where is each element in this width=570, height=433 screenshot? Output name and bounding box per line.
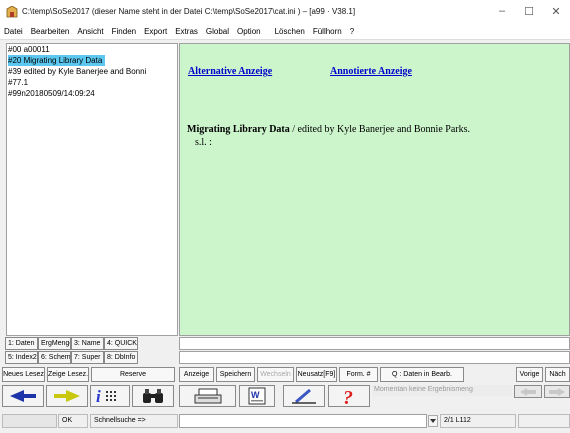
record-display-panel: Alternative Anzeige Annotierte Anzeige M… xyxy=(179,43,570,336)
switch-button[interactable]: Wechseln xyxy=(257,367,294,382)
menu-fuellhorn[interactable]: Füllhorn xyxy=(309,26,346,36)
menu-finden[interactable]: Finden xyxy=(108,26,140,36)
info-button[interactable]: i xyxy=(90,385,130,407)
form-number-button[interactable]: Form. # xyxy=(339,367,378,382)
chevron-down-icon xyxy=(430,419,436,423)
arrow-left-icon xyxy=(520,387,536,396)
tab-quick[interactable]: 4: QUICK xyxy=(104,337,138,350)
window-title: C:\temp\SoSe2017 (dieser Name steht in d… xyxy=(22,7,356,16)
menu-option[interactable]: Option xyxy=(233,26,265,36)
next-button[interactable]: Näch xyxy=(545,367,570,382)
display-button[interactable]: Anzeige xyxy=(179,367,214,382)
quicksearch-label: Schnellsuche => xyxy=(90,414,178,428)
arrow-back-button[interactable] xyxy=(2,385,44,407)
question-icon: ? xyxy=(343,387,353,406)
field-line-selected-text: #20 Migrating Library Data xyxy=(8,55,106,66)
svg-text:W: W xyxy=(251,390,260,400)
app-icon xyxy=(6,6,18,18)
scroll-left-button[interactable] xyxy=(514,385,542,398)
tab-name[interactable]: 3: Name xyxy=(71,337,104,350)
status-ok: OK xyxy=(58,414,88,428)
menu-ansicht[interactable]: Ansicht xyxy=(73,26,107,36)
tab-daten[interactable]: 1: Daten xyxy=(5,337,38,350)
info-icon: i xyxy=(96,387,116,405)
edit-button[interactable] xyxy=(283,385,325,407)
save-button[interactable]: Speichern xyxy=(216,367,255,382)
arrow-forward-button[interactable] xyxy=(46,385,88,407)
menu-loeschen[interactable]: Löschen xyxy=(265,26,309,36)
menu-extras[interactable]: Extras xyxy=(171,26,202,36)
status-empty-end xyxy=(518,414,570,428)
maximize-icon[interactable]: ☐ xyxy=(519,5,539,18)
title-bar: C:\temp\SoSe2017 (dieser Name steht in d… xyxy=(0,0,570,26)
annotated-view-link[interactable]: Annotierte Anzeige xyxy=(330,66,412,77)
tab-super[interactable]: 7: Super xyxy=(71,351,104,364)
record-responsibility: / edited by Kyle Banerjee and Bonnie Par… xyxy=(289,124,470,135)
svg-text:i: i xyxy=(96,387,101,405)
previous-button[interactable]: Vorige xyxy=(516,367,543,382)
menu-datei[interactable]: Datei xyxy=(0,26,27,36)
menu-global[interactable]: Global xyxy=(202,26,233,36)
tab-ergmenge[interactable]: ErgMenge xyxy=(38,337,71,350)
show-bookmark-button[interactable]: Zeige Lesez. xyxy=(47,367,89,382)
secondary-input[interactable] xyxy=(179,351,570,364)
queue-button[interactable]: Q : Daten in Bearb. xyxy=(380,367,464,382)
tab-index2[interactable]: 5: Index2 xyxy=(5,351,38,364)
dropdown-button[interactable] xyxy=(428,415,438,427)
menu-bar: Datei Bearbeiten Ansicht Finden Export Extras… xyxy=(0,26,570,40)
search-button[interactable] xyxy=(132,385,174,407)
result-set-info: Momentan keine Ergebnismeng xyxy=(372,385,512,396)
binoculars-icon xyxy=(143,389,163,403)
tab-schema[interactable]: 6: Schema xyxy=(38,351,71,364)
pen-icon xyxy=(292,388,316,404)
field-line[interactable]: #99n20180509/14:09:24 xyxy=(7,88,177,99)
field-line-selected[interactable]: #20 Migrating Library Data xyxy=(7,55,177,66)
field-line[interactable]: #39 edited by Kyle Banerjee and Bonni xyxy=(7,66,177,77)
quicksearch-input[interactable] xyxy=(179,414,427,428)
menu-export[interactable]: Export xyxy=(140,26,171,36)
record-place: s.l. : xyxy=(195,137,212,148)
field-line[interactable]: #77.1 xyxy=(7,77,177,88)
arrow-left-icon xyxy=(10,390,36,402)
svg-text:?: ? xyxy=(343,387,353,406)
scroll-right-button[interactable] xyxy=(544,385,570,398)
menu-help[interactable]: ? xyxy=(346,26,358,36)
reserve-button[interactable]: Reserve xyxy=(91,367,175,382)
record-position: 2/1 L112 xyxy=(440,414,516,428)
command-input[interactable] xyxy=(179,337,570,350)
close-icon[interactable]: ✕ xyxy=(546,5,566,18)
field-line[interactable]: #00 a00011 xyxy=(7,44,177,55)
word-export-button[interactable]: W xyxy=(239,385,275,407)
arrow-right-icon xyxy=(54,390,80,402)
alternative-view-link[interactable]: Alternative Anzeige xyxy=(188,66,272,77)
arrow-right-icon xyxy=(549,387,565,396)
minimize-icon[interactable]: – xyxy=(492,5,512,17)
tab-dbinfo[interactable]: 8: DbInfo xyxy=(104,351,138,364)
printer-icon xyxy=(194,388,221,404)
document-icon: W xyxy=(248,387,266,405)
record-title-line: Migrating Library Data / edited by Kyle … xyxy=(187,124,470,135)
reformat-button[interactable]: Neusatz[F9] xyxy=(296,367,337,382)
record-title: Migrating Library Data xyxy=(187,124,290,135)
print-button[interactable] xyxy=(179,385,236,407)
help-button[interactable]: ? xyxy=(328,385,370,407)
menu-bearbeiten[interactable]: Bearbeiten xyxy=(27,26,74,36)
new-bookmark-button[interactable]: Neues Lesez xyxy=(2,367,45,382)
status-empty-cell xyxy=(2,414,57,428)
record-field-list[interactable]: #00 a00011 #20 Migrating Library Data #3… xyxy=(6,43,178,336)
